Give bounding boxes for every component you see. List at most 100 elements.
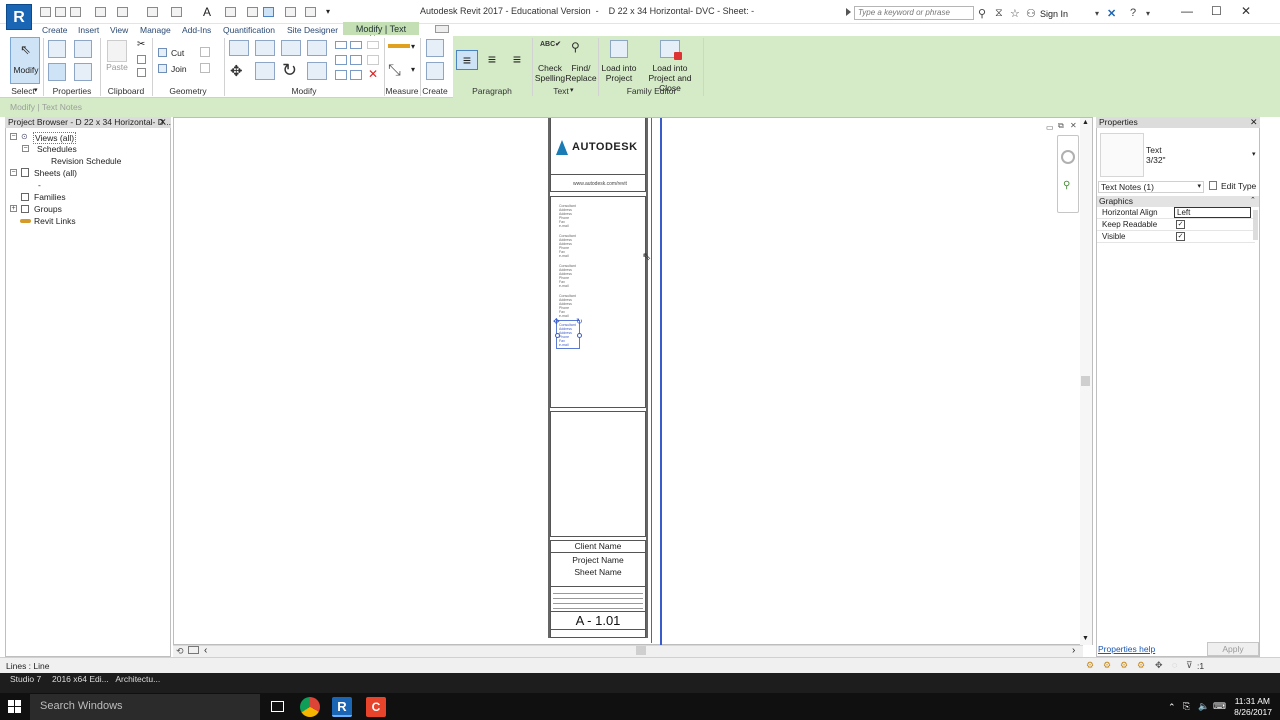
keyboard-icon[interactable]: ⌨ [1213,701,1226,712]
tree-sheet-item[interactable]: - [38,180,41,190]
ribbon-minimize-icon[interactable] [435,25,449,33]
trim-single-icon[interactable] [350,70,362,80]
network-icon[interactable]: ⎘ [1183,701,1190,712]
minimize-icon[interactable]: — [1181,4,1193,18]
close-icon[interactable]: ✕ [1241,4,1251,18]
app-menu-button[interactable]: R [6,4,32,30]
sheet-view-icon[interactable] [188,646,199,654]
move-grip-icon[interactable]: ✥ [553,317,560,326]
instance-filter-select[interactable]: Text Notes (1) ▾ [1098,181,1204,193]
trim-extend-icon[interactable] [307,62,327,80]
save-icon[interactable] [55,7,66,17]
create-group-icon[interactable] [426,62,444,80]
text-notes-properties-icon[interactable] [48,63,66,81]
start-button[interactable] [8,700,22,714]
load-and-close-icon[interactable] [660,40,682,60]
help-dropdown-icon[interactable]: ▾ [1146,9,1150,18]
trim-multiple-icon[interactable] [335,70,347,80]
collapse-icon[interactable]: − [22,145,29,152]
view-control-icon[interactable]: ⟲ [176,646,184,657]
sign-in-dropdown-icon[interactable]: ▾ [1095,9,1099,18]
expand-icon[interactable]: + [10,205,17,212]
check-spelling-icon[interactable]: ABC✔ [540,40,561,48]
type-selector-dropdown-icon[interactable]: ▾ [1252,150,1256,158]
horizontal-scrollbar[interactable] [173,645,1083,657]
align-left-icon[interactable]: ≡ [456,50,478,70]
tree-groups[interactable]: Groups [34,204,62,214]
cut-scissors-icon[interactable]: ✂ [137,39,145,50]
clock-date[interactable]: 8/26/2017 [1230,707,1272,717]
load-into-project-icon[interactable] [610,40,628,58]
scroll-down-icon[interactable]: ▼ [1082,635,1089,642]
qat-dropdown-icon[interactable]: ▾ [326,7,330,16]
maximize-icon[interactable]: ☐ [1211,4,1222,18]
tree-revision-schedule[interactable]: Revision Schedule [51,156,121,166]
tab-modify-text-notes[interactable]: Modify | Text Notes [343,22,419,44]
3d-view-icon[interactable] [225,7,236,17]
aligned-dimension-icon[interactable]: ⤡ [388,62,401,80]
project-browser-close-icon[interactable]: ✕ [159,117,167,128]
tab-insert[interactable]: Insert [78,24,99,36]
communication-center-icon[interactable]: ⧖ [995,7,1003,20]
split-face-icon[interactable] [200,63,210,73]
thin-lines-icon[interactable] [263,7,274,17]
tree-sheets-all[interactable]: Sheets (all) [34,168,77,178]
sync-icon[interactable] [70,7,81,17]
binoculars-icon[interactable]: ⚲ [978,7,986,20]
redo-icon[interactable] [117,7,128,17]
properties-help-link[interactable]: Properties help [1098,644,1155,654]
rotate-grip-icon[interactable]: ↻ [576,317,583,326]
text-panel-dropdown-icon[interactable]: ▾ [570,86,574,94]
help-icon[interactable]: ? [1130,7,1136,19]
select-dropdown-icon[interactable]: ▾ [34,86,38,94]
revit-taskbar-icon[interactable]: R [332,697,352,717]
type-size[interactable]: 3/32" [1146,155,1166,165]
favorites-icon[interactable]: ☆ [1010,7,1020,20]
select-underlay-icon[interactable]: ⚙ [1103,660,1111,671]
resize-grip-icon[interactable] [577,333,582,338]
tab-add-ins[interactable]: Add-Ins [182,24,211,36]
split-element-icon[interactable] [335,41,347,49]
delete-icon[interactable]: ✕ [368,67,378,81]
drag-elements-icon[interactable]: ✥ [1155,660,1163,671]
horizontal-scroll-thumb[interactable] [636,646,646,655]
task-view-icon[interactable] [271,701,284,712]
tree-schedules[interactable]: Schedules [37,144,77,154]
modify-button[interactable]: ⇖ Modify [10,37,40,84]
measure-icon[interactable] [388,44,410,48]
close-hidden-icon[interactable] [285,7,296,17]
align-icon[interactable] [229,40,249,56]
horizontal-align-field[interactable]: Left [1174,207,1251,218]
tab-view[interactable]: View [110,24,128,36]
scale-icon[interactable] [350,55,362,65]
steering-wheel-icon[interactable] [1061,150,1075,164]
tree-families[interactable]: Families [34,192,66,202]
exchange-apps-icon[interactable]: ✕ [1107,7,1116,20]
keep-readable-checkbox[interactable]: ✓ [1176,220,1185,229]
create-similar-icon[interactable] [426,39,444,57]
tab-site-designer[interactable]: Site Designer [287,24,338,36]
paste-icon[interactable] [107,40,127,62]
tree-views-all[interactable]: Views (all) [33,132,77,144]
user-icon[interactable]: ⚇ [1026,7,1036,20]
cut-geometry-icon[interactable] [158,48,167,57]
wall-joins-icon[interactable] [200,47,210,57]
zoom-icon[interactable]: ⚲ [1063,180,1070,191]
tray-chevron-icon[interactable]: ⌃ [1168,702,1176,713]
select-by-face-icon[interactable]: ⚙ [1137,660,1145,671]
dimension-dropdown-icon[interactable]: ▾ [411,65,415,74]
pin-icon[interactable] [367,41,379,49]
unpin-icon[interactable] [367,55,379,65]
background-processes-icon[interactable]: ◌ [1172,660,1177,670]
align-center-icon[interactable]: ≡ [481,50,503,70]
load-into-project-button[interactable]: Load into Project [600,63,638,83]
collapse-icon[interactable]: − [10,133,17,140]
tab-quantification[interactable]: Quantification [223,24,275,36]
apply-button[interactable]: Apply [1207,642,1259,656]
properties-close-icon[interactable]: ✕ [1250,117,1258,128]
search-expand-icon[interactable] [846,8,851,16]
scroll-left-icon[interactable]: ‹ [204,645,207,656]
filter-icon[interactable]: ⊽ [1186,660,1193,671]
edit-type-icon[interactable] [1209,181,1217,190]
cut-geometry-button[interactable]: Cut [171,48,184,58]
